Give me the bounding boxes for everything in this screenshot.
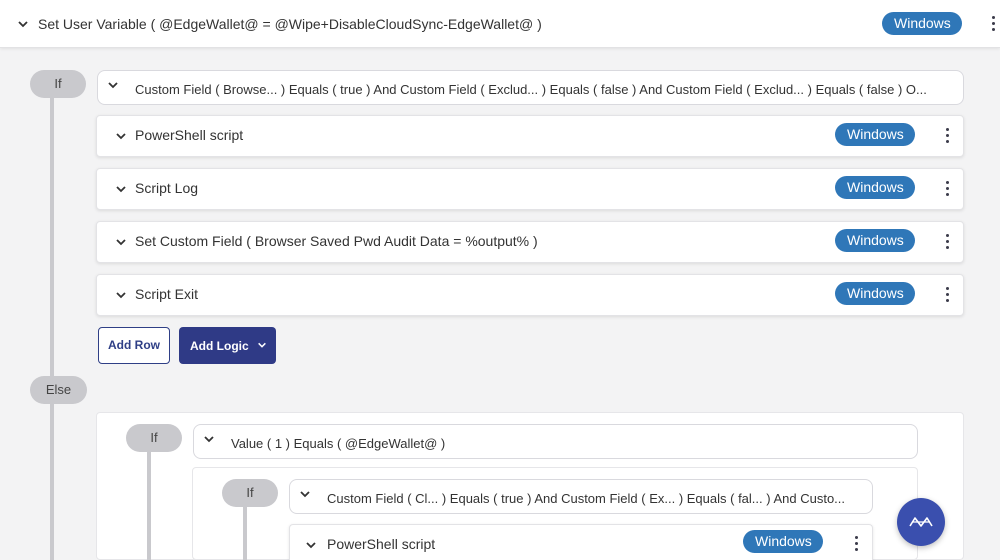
inner-if-connector-line <box>243 503 247 560</box>
more-options-icon[interactable] <box>942 128 952 146</box>
chevron-down-icon[interactable] <box>115 183 127 195</box>
row-title: Set Custom Field ( Browser Saved Pwd Aud… <box>135 233 538 249</box>
add-logic-label: Add Logic <box>190 339 249 353</box>
if-pill: If <box>30 70 86 98</box>
windows-badge: Windows <box>835 282 915 305</box>
add-logic-button[interactable]: Add Logic <box>179 327 276 364</box>
row-title: PowerShell script <box>135 127 244 143</box>
action-row-set-custom-field[interactable]: Set Custom Field ( Browser Saved Pwd Aud… <box>96 221 964 263</box>
chevron-down-icon[interactable] <box>107 79 119 91</box>
more-options-icon[interactable] <box>942 234 952 252</box>
chevron-down-icon[interactable] <box>299 488 311 500</box>
chevron-down-icon[interactable] <box>305 539 317 551</box>
if-condition-field[interactable]: Custom Field ( Browse... ) Equals ( true… <box>97 70 964 105</box>
set-user-variable-row[interactable]: Set User Variable ( @EdgeWallet@ = @Wipe… <box>0 0 1000 48</box>
inner-if-condition-field[interactable]: Custom Field ( Cl... ) Equals ( true ) A… <box>289 479 873 514</box>
wave-logo-icon <box>909 515 933 529</box>
action-row-powershell[interactable]: PowerShell script Windows <box>96 115 964 157</box>
windows-badge: Windows <box>835 229 915 252</box>
more-options-icon[interactable] <box>942 181 952 199</box>
chevron-down-icon[interactable] <box>115 289 127 301</box>
chevron-down-icon[interactable] <box>115 236 127 248</box>
row-title: Set User Variable ( @EdgeWallet@ = @Wipe… <box>38 16 542 32</box>
chevron-down-icon[interactable] <box>115 130 127 142</box>
action-row-script-exit[interactable]: Script Exit Windows <box>96 274 964 316</box>
nested-if-connector-line <box>147 448 151 560</box>
condition-text: Custom Field ( Cl... ) Equals ( true ) A… <box>327 491 846 506</box>
inner-action-row-powershell[interactable]: PowerShell script Windows <box>289 524 873 560</box>
add-row-button[interactable]: Add Row <box>98 327 170 364</box>
action-row-script-log[interactable]: Script Log Windows <box>96 168 964 210</box>
row-title: Script Log <box>135 180 199 196</box>
chevron-down-icon[interactable] <box>203 433 215 445</box>
condition-text: Value ( 1 ) Equals ( @EdgeWallet@ ) <box>231 436 446 451</box>
chevron-down-icon[interactable] <box>17 18 29 30</box>
else-pill: Else <box>30 376 87 404</box>
nested-if-condition-field[interactable]: Value ( 1 ) Equals ( @EdgeWallet@ ) <box>193 424 918 459</box>
windows-badge: Windows <box>743 530 823 553</box>
chevron-down-icon <box>257 340 267 350</box>
assistant-fab-button[interactable] <box>897 498 945 546</box>
windows-badge: Windows <box>835 123 915 146</box>
row-title: Script Exit <box>135 286 199 302</box>
if-connector-line <box>50 88 54 378</box>
windows-badge: Windows <box>835 176 915 199</box>
condition-text: Custom Field ( Browse... ) Equals ( true… <box>135 82 927 97</box>
else-connector-line <box>50 402 54 560</box>
more-options-icon[interactable] <box>988 16 998 34</box>
inner-if-pill: If <box>222 479 278 507</box>
row-title: PowerShell script <box>327 536 436 552</box>
more-options-icon[interactable] <box>942 287 952 305</box>
windows-badge: Windows <box>882 12 962 35</box>
more-options-icon[interactable] <box>851 536 861 554</box>
nested-if-pill: If <box>126 424 182 452</box>
